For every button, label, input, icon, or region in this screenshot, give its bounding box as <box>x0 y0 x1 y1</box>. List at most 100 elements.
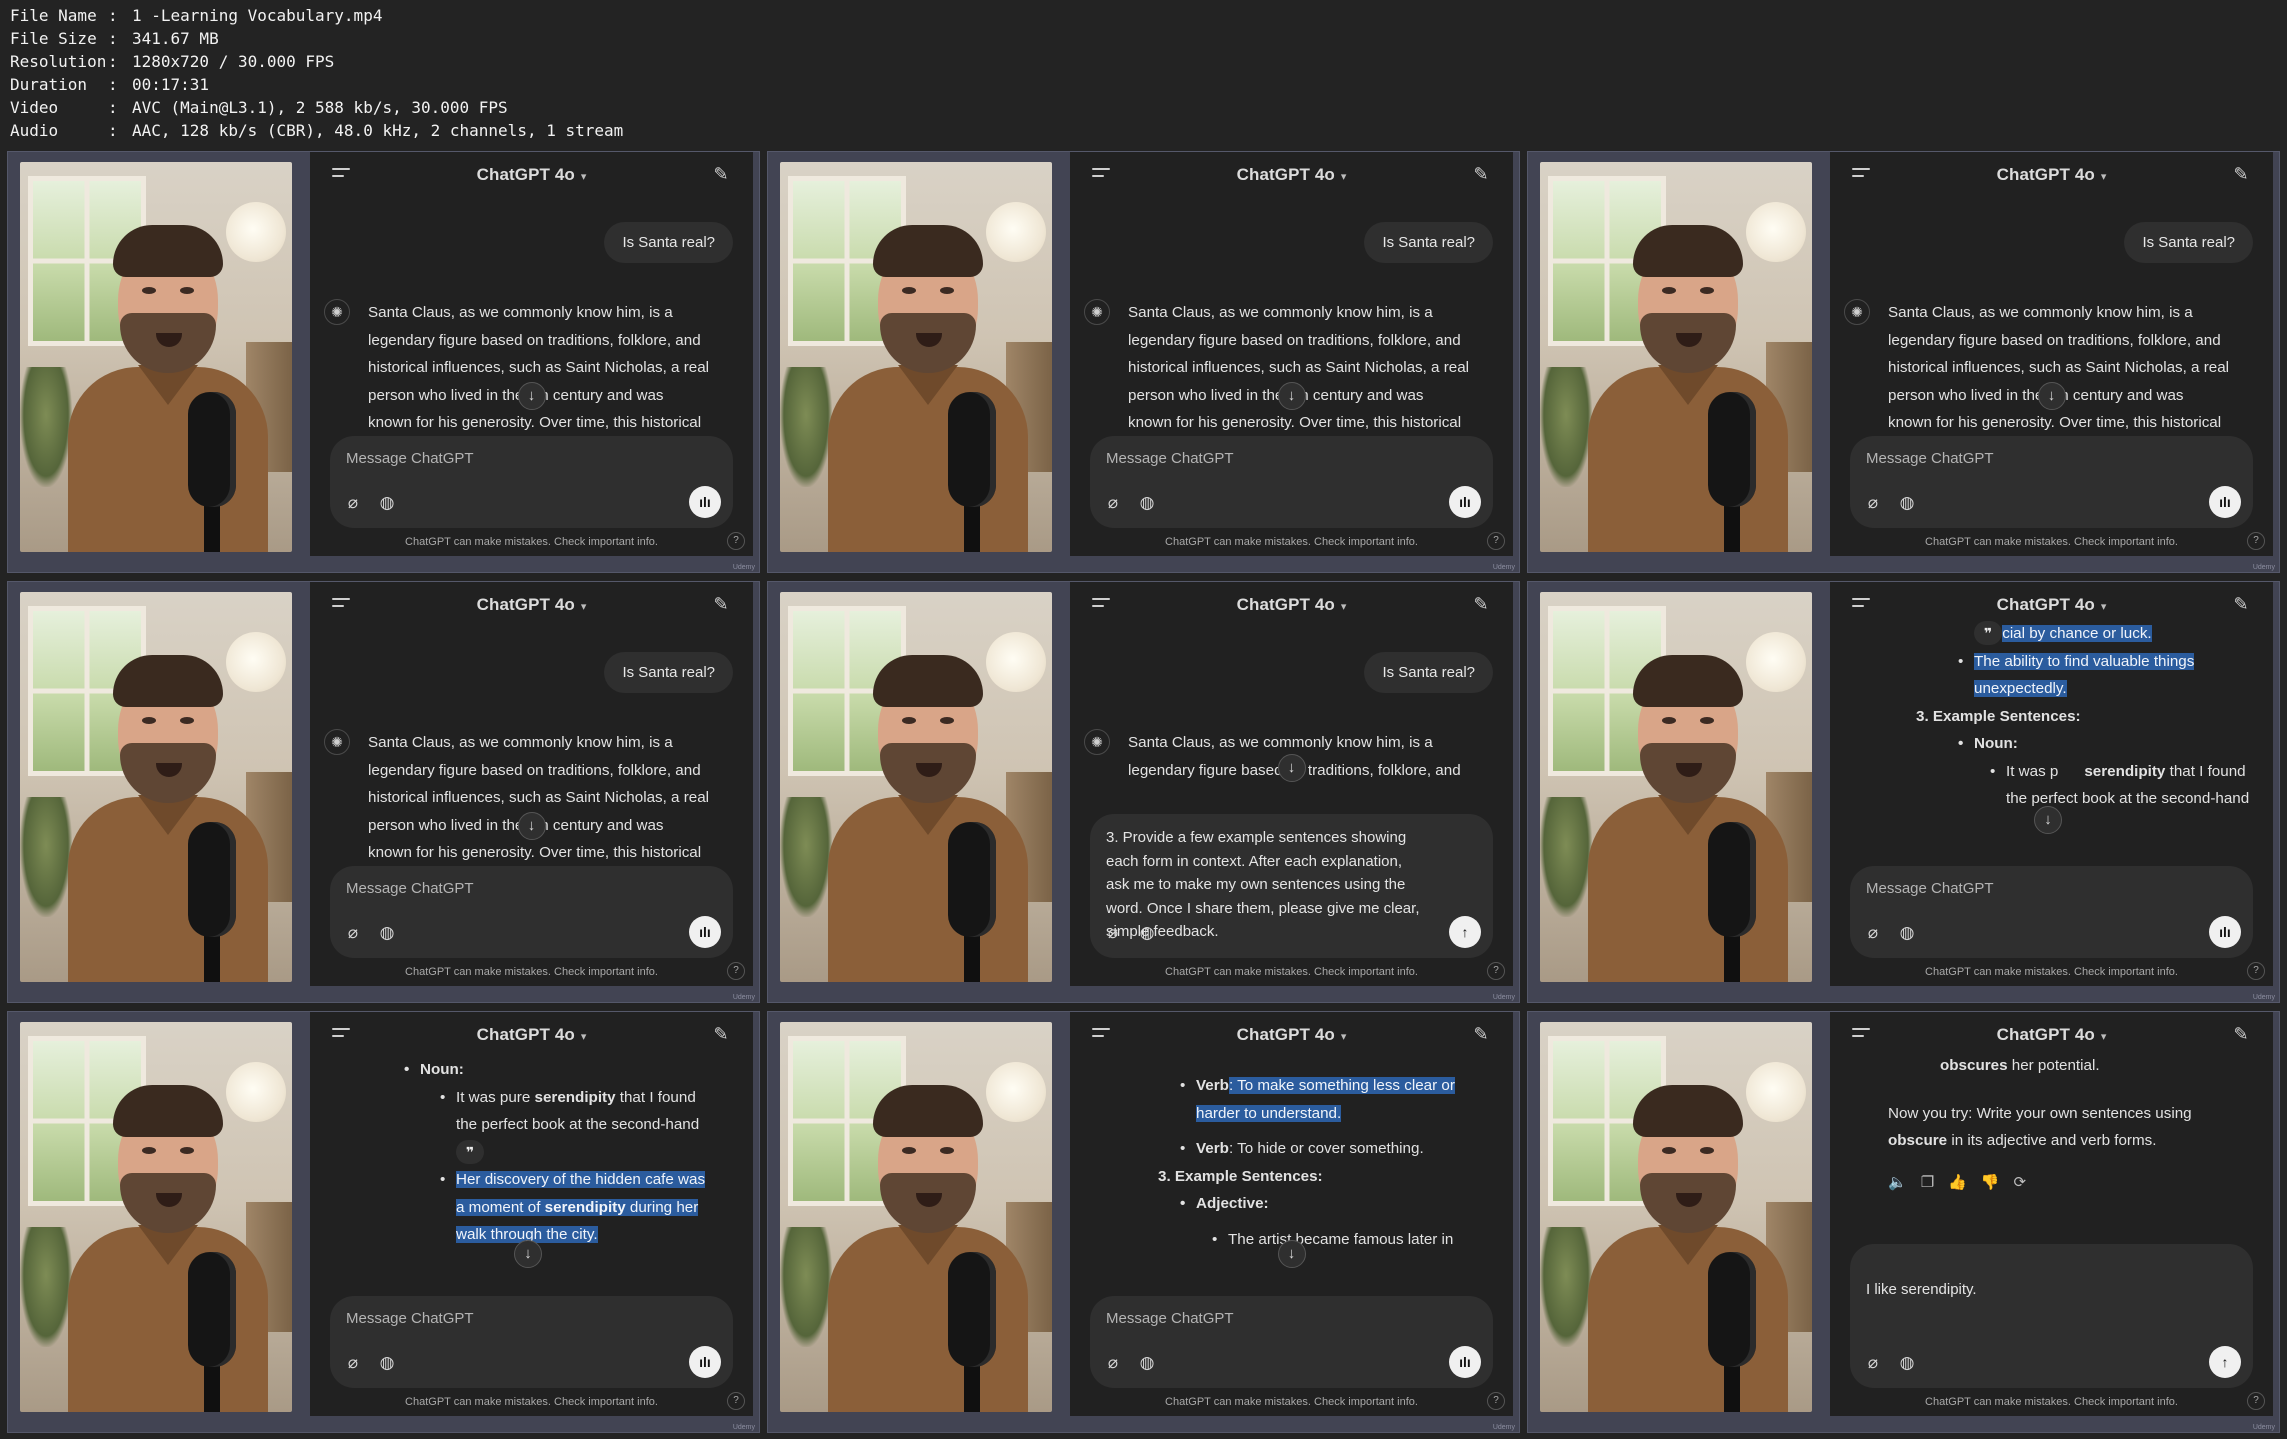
new-chat-icon[interactable]: ✎ <box>2231 1024 2251 1044</box>
sidebar-menu-icon[interactable] <box>1852 598 1872 612</box>
scroll-down-button[interactable]: ↓ <box>517 382 546 410</box>
sidebar-menu-icon[interactable] <box>332 598 352 612</box>
paperclip-icon[interactable]: ⌀ <box>1862 922 1884 944</box>
globe-icon[interactable]: ◍ <box>1896 922 1918 944</box>
chevron-down-icon[interactable]: ▾ <box>581 1030 587 1043</box>
message-input[interactable]: 3. Provide a few example sentences showi… <box>1106 826 1466 944</box>
globe-icon[interactable]: ◍ <box>376 922 398 944</box>
scroll-down-button[interactable]: ↓ <box>517 812 546 840</box>
send-button[interactable]: ↑ <box>2209 1346 2241 1378</box>
thumbs-down-icon[interactable]: 👎 <box>1981 1169 2000 1197</box>
globe-icon[interactable]: ◍ <box>1896 1352 1918 1374</box>
quote-button[interactable]: ❞ <box>1974 621 2003 645</box>
message-input[interactable]: Message ChatGPT <box>346 880 474 897</box>
new-chat-icon[interactable]: ✎ <box>2231 594 2251 614</box>
new-chat-icon[interactable]: ✎ <box>711 594 731 614</box>
paperclip-icon[interactable]: ⌀ <box>342 492 364 514</box>
help-icon[interactable]: ? <box>2247 962 2265 980</box>
chevron-down-icon[interactable]: ▾ <box>2101 600 2107 613</box>
globe-icon[interactable]: ◍ <box>1136 922 1158 944</box>
quote-button[interactable]: ❞ <box>456 1139 485 1164</box>
message-input[interactable]: Message ChatGPT <box>346 1310 474 1327</box>
voice-mode-button[interactable]: ılı <box>1449 1346 1481 1378</box>
scroll-down-button[interactable]: ↓ <box>514 1240 542 1268</box>
paperclip-icon[interactable]: ⌀ <box>342 922 364 944</box>
new-chat-icon[interactable]: ✎ <box>1471 594 1491 614</box>
model-selector[interactable]: ChatGPT 4o <box>1997 1025 2095 1045</box>
message-composer[interactable]: Message ChatGPT ⌀ ◍ ılı <box>1090 1296 1493 1388</box>
new-chat-icon[interactable]: ✎ <box>711 1024 731 1044</box>
help-icon[interactable]: ? <box>1487 962 1505 980</box>
chevron-down-icon[interactable]: ▾ <box>1341 1030 1347 1043</box>
model-selector[interactable]: ChatGPT 4o <box>1237 1025 1335 1045</box>
message-composer[interactable]: 3. Provide a few example sentences showi… <box>1090 814 1493 958</box>
sidebar-menu-icon[interactable] <box>1852 1028 1872 1042</box>
globe-icon[interactable]: ◍ <box>376 1352 398 1374</box>
message-input[interactable]: Message ChatGPT <box>1106 450 1234 467</box>
chevron-down-icon[interactable]: ▾ <box>581 600 587 613</box>
model-selector[interactable]: ChatGPT 4o <box>477 595 575 615</box>
scroll-down-button[interactable]: ↓ <box>2037 382 2066 410</box>
model-selector[interactable]: ChatGPT 4o <box>1997 595 2095 615</box>
chevron-down-icon[interactable]: ▾ <box>2101 170 2107 183</box>
globe-icon[interactable]: ◍ <box>1136 492 1158 514</box>
paperclip-icon[interactable]: ⌀ <box>1102 1352 1124 1374</box>
message-input[interactable]: Message ChatGPT <box>1866 880 1994 897</box>
chevron-down-icon[interactable]: ▾ <box>2101 1030 2107 1043</box>
read-aloud-icon[interactable]: 🔈 <box>1888 1169 1907 1197</box>
chevron-down-icon[interactable]: ▾ <box>1341 170 1347 183</box>
sidebar-menu-icon[interactable] <box>1852 168 1872 182</box>
regenerate-icon[interactable]: ⟳ <box>2014 1169 2027 1197</box>
voice-mode-button[interactable]: ılı <box>1449 486 1481 518</box>
paperclip-icon[interactable]: ⌀ <box>1102 922 1124 944</box>
help-icon[interactable]: ? <box>2247 1392 2265 1410</box>
model-selector[interactable]: ChatGPT 4o <box>477 1025 575 1045</box>
help-icon[interactable]: ? <box>727 1392 745 1410</box>
model-selector[interactable]: ChatGPT 4o <box>1997 165 2095 185</box>
message-composer[interactable]: Message ChatGPT ⌀ ◍ ılı <box>1090 436 1493 528</box>
paperclip-icon[interactable]: ⌀ <box>1862 1352 1884 1374</box>
voice-mode-button[interactable]: ılı <box>689 1346 721 1378</box>
new-chat-icon[interactable]: ✎ <box>2231 164 2251 184</box>
message-input[interactable]: Message ChatGPT <box>1866 450 1994 467</box>
copy-icon[interactable]: ❐ <box>1921 1169 1934 1197</box>
help-icon[interactable]: ? <box>727 532 745 550</box>
new-chat-icon[interactable]: ✎ <box>1471 164 1491 184</box>
paperclip-icon[interactable]: ⌀ <box>1862 492 1884 514</box>
voice-mode-button[interactable]: ılı <box>2209 916 2241 948</box>
help-icon[interactable]: ? <box>1487 1392 1505 1410</box>
thumbs-up-icon[interactable]: 👍 <box>1948 1169 1967 1197</box>
message-composer[interactable]: Message ChatGPT ⌀ ◍ ılı <box>1850 436 2253 528</box>
model-selector[interactable]: ChatGPT 4o <box>477 165 575 185</box>
sidebar-menu-icon[interactable] <box>332 1028 352 1042</box>
scroll-down-button[interactable]: ↓ <box>1277 382 1306 410</box>
message-composer[interactable]: Message ChatGPT ⌀ ◍ ılı <box>330 1296 733 1388</box>
paperclip-icon[interactable]: ⌀ <box>1102 492 1124 514</box>
message-composer[interactable]: Message ChatGPT ⌀ ◍ ılı <box>1850 866 2253 958</box>
message-composer[interactable]: I like serendipity. ⌀ ◍ ↑ <box>1850 1244 2253 1388</box>
new-chat-icon[interactable]: ✎ <box>711 164 731 184</box>
help-icon[interactable]: ? <box>727 962 745 980</box>
sidebar-menu-icon[interactable] <box>1092 598 1112 612</box>
voice-mode-button[interactable]: ılı <box>2209 486 2241 518</box>
globe-icon[interactable]: ◍ <box>1896 492 1918 514</box>
voice-mode-button[interactable]: ılı <box>689 916 721 948</box>
scroll-down-button[interactable]: ↓ <box>2034 806 2062 834</box>
help-icon[interactable]: ? <box>1487 532 1505 550</box>
chevron-down-icon[interactable]: ▾ <box>581 170 587 183</box>
globe-icon[interactable]: ◍ <box>1136 1352 1158 1374</box>
message-composer[interactable]: Message ChatGPT ⌀ ◍ ılı <box>330 436 733 528</box>
message-composer[interactable]: Message ChatGPT ⌀ ◍ ılı <box>330 866 733 958</box>
scroll-down-button[interactable]: ↓ <box>1277 1240 1306 1268</box>
model-selector[interactable]: ChatGPT 4o <box>1237 165 1335 185</box>
message-input[interactable]: I like serendipity. <box>1866 1278 2226 1302</box>
paperclip-icon[interactable]: ⌀ <box>342 1352 364 1374</box>
sidebar-menu-icon[interactable] <box>332 168 352 182</box>
message-input[interactable]: Message ChatGPT <box>346 450 474 467</box>
send-button[interactable]: ↑ <box>1449 916 1481 948</box>
globe-icon[interactable]: ◍ <box>376 492 398 514</box>
help-icon[interactable]: ? <box>2247 532 2265 550</box>
scroll-down-button[interactable]: ↓ <box>1277 754 1306 782</box>
chevron-down-icon[interactable]: ▾ <box>1341 600 1347 613</box>
voice-mode-button[interactable]: ılı <box>689 486 721 518</box>
